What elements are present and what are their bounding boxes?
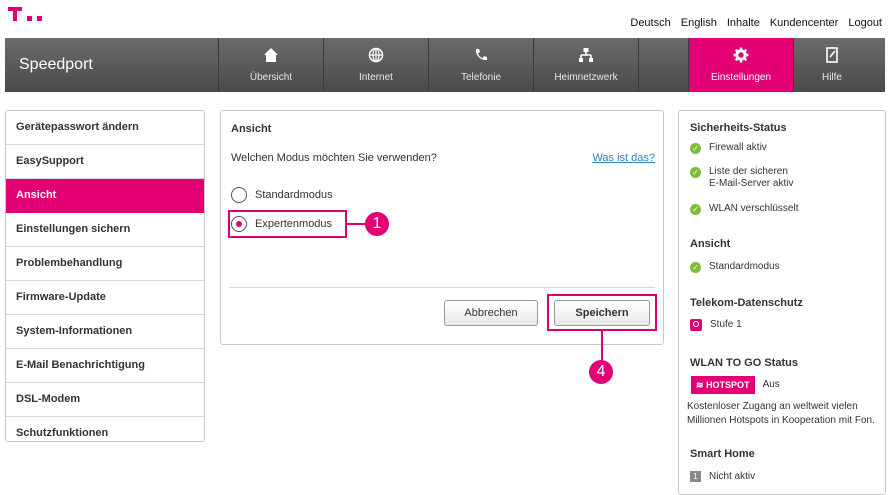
status-text: Nicht aktiv (709, 471, 756, 482)
sidebar-item-problembehandlung[interactable]: Problembehandlung (6, 247, 204, 281)
panel-title: Ansicht (231, 123, 272, 135)
home-icon (263, 47, 279, 68)
telekom-t-icon (8, 6, 22, 22)
hotspot-state: Aus (762, 379, 780, 390)
save-button[interactable]: Speichern (554, 300, 650, 326)
settings-sidebar: Gerätepasswort ändern EasySupport Ansich… (5, 110, 205, 442)
status-view-mode: ✓ Standardmodus (690, 261, 780, 273)
callout-badge-4: 4 (589, 360, 613, 384)
wlan-to-go-title: WLAN TO GO Status (690, 357, 798, 369)
privacy-icon (690, 319, 702, 331)
nav-einstellungen[interactable]: Einstellungen (689, 38, 794, 92)
mode-question: Welchen Modus möchten Sie verwenden? (231, 152, 437, 164)
gear-icon (733, 47, 749, 68)
wifi-icon: ≋ (696, 380, 707, 390)
link-inhalte[interactable]: Inhalte (727, 17, 760, 29)
network-icon (578, 47, 594, 68)
sidebar-item-firmware-update[interactable]: Firmware-Update (6, 281, 204, 315)
check-icon: ✓ (690, 143, 701, 154)
hotspot-badge: ≋ HOTSPOT (691, 376, 755, 394)
hotspot-badge-label: HOTSPOT (706, 380, 750, 390)
sidebar-item-easysupport[interactable]: EasySupport (6, 145, 204, 179)
callout-line-4 (601, 331, 603, 362)
callout-line-1 (347, 223, 367, 225)
phone-icon (473, 47, 489, 68)
main-navigation: Speedport Übersicht Internet Telefonie H… (5, 38, 885, 92)
radio-standardmodus[interactable]: Standardmodus (231, 187, 333, 203)
nav-internet[interactable]: Internet (324, 38, 429, 92)
smarthome-title: Smart Home (690, 448, 755, 460)
radio-label: Expertenmodus (255, 218, 333, 230)
nav-uebersicht[interactable]: Übersicht (219, 38, 324, 92)
radio-expertenmodus[interactable]: Expertenmodus (231, 216, 332, 232)
divider (229, 287, 655, 288)
check-icon: ✓ (690, 204, 701, 215)
radio-circle-selected[interactable] (231, 216, 247, 232)
sidebar-item-geraetepasswort[interactable]: Gerätepasswort ändern (6, 111, 204, 145)
sidebar-item-einstellungen-sichern[interactable]: Einstellungen sichern (6, 213, 204, 247)
link-logout[interactable]: Logout (848, 17, 882, 29)
help-book-icon (824, 47, 840, 68)
status-text: Firewall aktiv (709, 142, 767, 153)
status-text: Liste der sicheren E-Mail-Server aktiv (709, 166, 793, 190)
nav-label: Telefonie (460, 72, 502, 83)
nav-label: Hilfe (821, 72, 842, 83)
view-title: Ansicht (690, 238, 731, 250)
logo-dot-icon (27, 16, 32, 21)
status-privacy-level: Stufe 1 (690, 319, 742, 331)
status-text-line: Liste der sicheren (709, 166, 788, 177)
status-panel: Sicherheits-Status ✓ Firewall aktiv ✓ List… (678, 110, 886, 495)
cancel-button[interactable]: Abbrechen (444, 300, 538, 326)
status-hotspot: ≋ HOTSPOT Aus (691, 376, 780, 394)
link-kundencenter[interactable]: Kundencenter (770, 17, 839, 29)
inactive-icon: 1 (690, 471, 701, 482)
sidebar-item-schutzfunktionen[interactable]: Schutzfunktionen (6, 417, 204, 450)
logo-dot-icon (37, 16, 42, 21)
radio-label: Standardmodus (255, 189, 333, 201)
sidebar-item-dsl-modem[interactable]: DSL-Modem (6, 383, 204, 417)
privacy-title: Telekom-Datenschutz (690, 297, 803, 309)
status-wlan: ✓ WLAN verschlüsselt (690, 203, 798, 215)
nav-label: Heimnetzwerk (554, 72, 618, 83)
status-text: Standardmodus (709, 261, 780, 272)
sidebar-item-email-benachrichtigung[interactable]: E-Mail Benachrichtigung (6, 349, 204, 383)
status-smarthome: 1 Nicht aktiv (690, 471, 755, 483)
check-icon: ✓ (690, 167, 701, 178)
nav-label: Übersicht (249, 72, 293, 83)
link-deutsch[interactable]: Deutsch (630, 17, 670, 29)
sidebar-item-system-informationen[interactable]: System-Informationen (6, 315, 204, 349)
nav-telefonie[interactable]: Telefonie (429, 38, 534, 92)
nav-label: Einstellungen (710, 72, 772, 83)
sidebar-item-ansicht[interactable]: Ansicht (6, 179, 204, 213)
nav-label: Internet (359, 72, 393, 83)
callout-badge-1: 1 (365, 212, 389, 236)
status-text: WLAN verschlüsselt (709, 203, 799, 214)
help-link[interactable]: Was ist das? (592, 152, 655, 164)
wlan-description-line: Millionen Hotspots in Kooperation mit Fo… (687, 415, 875, 426)
wlan-description-line: Kostenloser Zugang an weltweit vielen (687, 401, 858, 412)
brand-title: Speedport (5, 38, 219, 92)
status-text-line: E-Mail-Server aktiv (709, 178, 794, 189)
nav-heimnetzwerk[interactable]: Heimnetzwerk (534, 38, 639, 92)
telekom-logo[interactable] (8, 6, 42, 27)
wlan-description: Kostenloser Zugang an weltweit vielen Mi… (687, 400, 879, 428)
security-status-title: Sicherheits-Status (690, 122, 787, 134)
nav-spacer (639, 38, 689, 92)
radio-circle[interactable] (231, 187, 247, 203)
status-firewall: ✓ Firewall aktiv (690, 142, 767, 154)
status-text: Stufe 1 (710, 319, 742, 330)
nav-hilfe[interactable]: Hilfe (794, 38, 870, 92)
link-english[interactable]: English (681, 17, 717, 29)
check-icon: ✓ (690, 262, 701, 273)
top-links: Deutsch English Inhalte Kundencenter Log… (630, 17, 882, 29)
status-mailserver: ✓ Liste der sicheren E-Mail-Server aktiv (690, 166, 793, 190)
ansicht-panel: Ansicht Welchen Modus möchten Sie verwen… (220, 110, 664, 362)
globe-icon (368, 47, 384, 68)
